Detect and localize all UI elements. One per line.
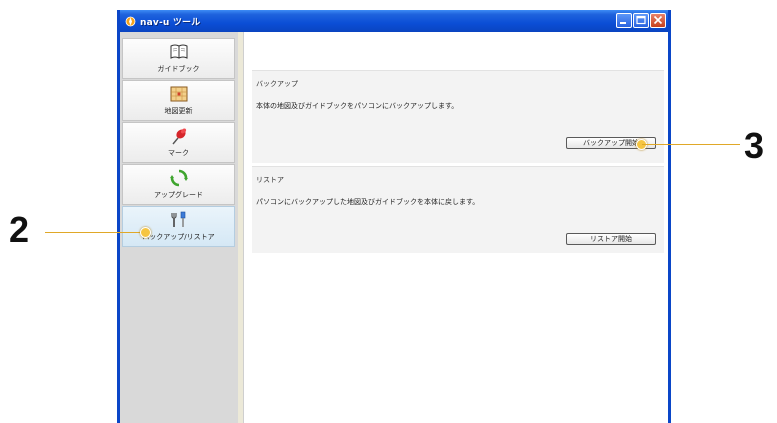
title-bar[interactable]: nav-u ツール [120,10,668,32]
main-panel: バックアップ 本体の地図及びガイドブックをパソコンにバックアップします。 バック… [244,32,668,423]
restore-section: リストア パソコンにバックアップした地図及びガイドブックを本体に戻します。 リス… [252,166,664,253]
close-button[interactable] [650,13,666,28]
window-title: nav-u ツール [140,17,201,28]
callout-dot-2 [140,227,151,238]
callout-number-2: 2 [9,209,30,250]
minimize-button[interactable] [616,13,632,28]
restore-description: パソコンにバックアップした地図及びガイドブックを本体に戻します。 [256,198,480,206]
sidebar-item-guidebook[interactable]: ガイドブック [122,38,235,79]
tools-icon [170,211,185,227]
sidebar: ガイドブック 地図更新 マーク アップグレード バックアップ/リストア [120,32,239,423]
callout-line-2 [45,232,145,233]
sidebar-item-mark[interactable]: マーク [122,122,235,163]
sidebar-item-label: 地図更新 [164,107,193,115]
map-icon [170,86,187,102]
backup-description: 本体の地図及びガイドブックをパソコンにバックアップします。 [256,102,459,110]
backup-title: バックアップ [256,80,298,88]
sidebar-item-label: アップグレード [154,191,203,199]
callout-number-3: 3 [744,125,765,166]
book-icon [170,44,187,59]
sidebar-item-label: ガイドブック [157,65,200,73]
sidebar-item-map-update[interactable]: 地図更新 [122,80,235,121]
sidebar-item-backup-restore[interactable]: バックアップ/リストア [122,206,235,247]
pushpin-icon [171,128,186,145]
backup-section: バックアップ 本体の地図及びガイドブックをパソコンにバックアップします。 バック… [252,70,664,163]
app-logo-icon [125,16,136,27]
sidebar-item-label: マーク [168,149,189,157]
sidebar-item-upgrade[interactable]: アップグレード [122,164,235,205]
restore-title: リストア [256,176,284,184]
refresh-icon [169,169,188,187]
maximize-icon [636,15,646,25]
callout-line-3 [642,144,740,145]
close-icon [653,15,663,25]
window-controls [616,13,666,28]
maximize-button[interactable] [633,13,649,28]
restore-start-button[interactable]: リストア開始 [566,233,656,245]
app-window: nav-u ツール ガイドブック 地図更新 マーク アップグレード バックアップ… [117,10,671,423]
minimize-icon [620,22,626,24]
